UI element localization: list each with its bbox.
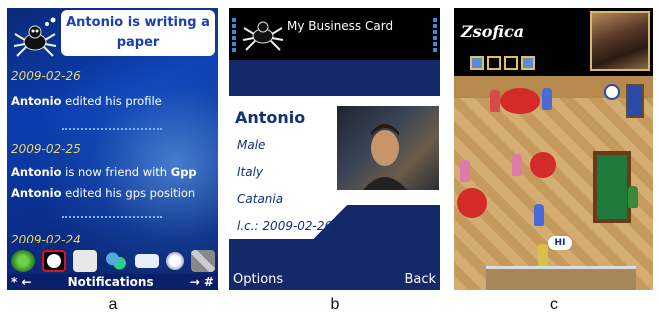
contact-card-icon[interactable] bbox=[72, 250, 97, 272]
divider bbox=[62, 216, 162, 218]
room-wall bbox=[454, 76, 653, 98]
table-icon[interactable] bbox=[457, 188, 487, 218]
profile-photo bbox=[337, 106, 439, 190]
pool-table-icon[interactable] bbox=[593, 151, 631, 223]
user-name: Zsofica bbox=[461, 22, 525, 41]
avatar-slot[interactable] bbox=[521, 56, 535, 70]
caption-b: b bbox=[330, 296, 340, 313]
entry-user: Antonio bbox=[11, 165, 62, 179]
softkey-bar: Options Back bbox=[229, 272, 440, 287]
character-icon[interactable] bbox=[534, 204, 544, 226]
character-icon[interactable] bbox=[628, 186, 638, 208]
door-icon[interactable] bbox=[626, 84, 644, 118]
battery-indicator bbox=[433, 18, 437, 52]
entry-user: Antonio bbox=[11, 94, 62, 108]
avatar-slot[interactable] bbox=[470, 56, 484, 70]
empty-slot[interactable] bbox=[487, 56, 501, 70]
table-icon[interactable] bbox=[500, 88, 540, 114]
screen-title: My Business Card bbox=[287, 19, 394, 33]
header-band bbox=[229, 60, 440, 96]
contact-name: Antonio bbox=[235, 108, 306, 127]
entry-date: 2009-02-25 bbox=[11, 142, 81, 156]
avatar-icon[interactable] bbox=[41, 250, 66, 272]
entry-user: Antonio bbox=[11, 186, 62, 200]
search-icon[interactable] bbox=[165, 252, 184, 270]
clock-icon bbox=[604, 84, 620, 100]
signal-indicator bbox=[232, 18, 236, 52]
character-icon[interactable] bbox=[542, 88, 552, 110]
back-softkey[interactable]: Back bbox=[404, 272, 436, 287]
speech-bubble: HI bbox=[548, 236, 572, 250]
gender-field: Male bbox=[237, 138, 266, 152]
entry-line: Antonio edited his profile bbox=[11, 94, 162, 108]
country-field: Italy bbox=[237, 165, 264, 179]
divider bbox=[62, 128, 162, 130]
profile-photo bbox=[590, 11, 650, 71]
notifications-label: Notifications bbox=[67, 275, 154, 289]
header-bar: My Business Card bbox=[229, 8, 440, 60]
notifications-screen: Antonio is writing a paper 2009-02-26 An… bbox=[7, 8, 218, 290]
empty-slot[interactable] bbox=[504, 56, 518, 70]
entry-line: Antonio edited his gps position bbox=[11, 186, 196, 200]
city-field: Catania bbox=[237, 192, 284, 206]
last-connection-field: l.c.: 2009-02-26 bbox=[237, 219, 333, 233]
character-icon[interactable] bbox=[460, 160, 470, 182]
softkey-bar: * ← Notifications → # bbox=[7, 274, 218, 290]
left-softkey[interactable]: * ← bbox=[11, 275, 32, 289]
friends-icon[interactable] bbox=[103, 250, 128, 272]
options-softkey[interactable]: Options bbox=[233, 272, 283, 287]
refresh-icon[interactable] bbox=[10, 250, 35, 272]
virtual-room-screen: Zsofica HI bbox=[454, 8, 653, 290]
entry-date: 2009-02-26 bbox=[11, 69, 81, 83]
right-softkey[interactable]: → # bbox=[190, 275, 214, 289]
character-icon[interactable] bbox=[490, 90, 500, 112]
bar-counter bbox=[486, 266, 636, 290]
character-icon[interactable] bbox=[538, 244, 548, 266]
entry-line: Antonio is now friend with Gpp bbox=[11, 165, 197, 179]
mail-icon[interactable] bbox=[134, 254, 159, 268]
app-toolbar bbox=[7, 248, 218, 274]
business-card-screen: My Business Card Antonio Male Italy Cata… bbox=[229, 8, 440, 290]
character-icon[interactable] bbox=[512, 154, 522, 176]
table-icon[interactable] bbox=[530, 152, 556, 178]
spider-icon bbox=[242, 21, 284, 51]
satellite-icon[interactable] bbox=[190, 250, 215, 272]
caption-c: c bbox=[550, 296, 558, 313]
spider-icon bbox=[13, 17, 57, 57]
status-bubble: Antonio is writing a paper bbox=[61, 10, 215, 56]
caption-a: a bbox=[108, 296, 118, 313]
